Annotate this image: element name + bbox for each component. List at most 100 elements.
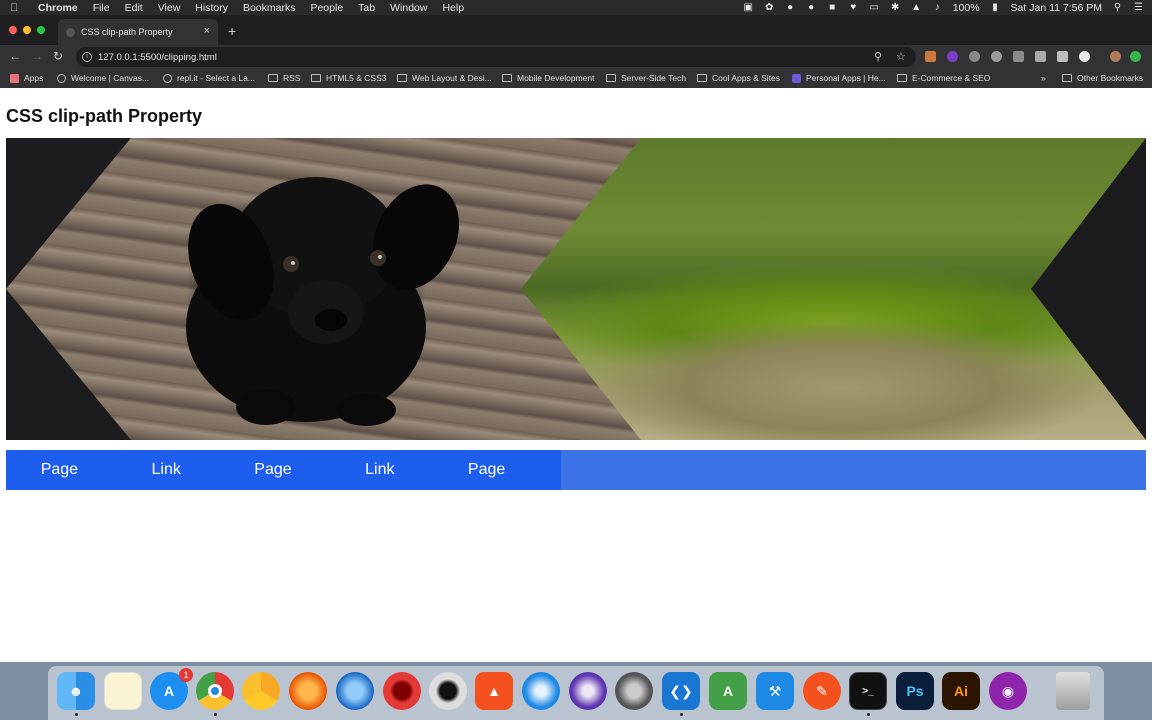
terminal-icon[interactable]: >_	[849, 672, 887, 710]
android-studio-icon[interactable]: A	[709, 672, 747, 710]
apple-menu-icon[interactable]: 	[10, 2, 24, 14]
xcode-icon[interactable]: ⚒	[756, 672, 794, 710]
extension-icon-2[interactable]	[947, 51, 958, 62]
bookmark-cool-apps[interactable]: Cool Apps & Sites	[697, 73, 780, 83]
window-minimize-button[interactable]	[23, 26, 31, 34]
new-tab-button[interactable]: +	[228, 23, 236, 39]
finder-icon[interactable]: ☻	[57, 672, 95, 710]
bookmark-label: Server-Side Tech	[621, 73, 687, 83]
extension-icon-1[interactable]	[925, 51, 936, 62]
bookmark-ecommerce-seo[interactable]: E-Commerce & SEO	[897, 73, 990, 83]
bookmark-label: repl.it - Select a La...	[177, 73, 255, 83]
menu-history[interactable]: History	[195, 2, 228, 14]
notes-icon[interactable]	[104, 672, 142, 710]
window-close-button[interactable]	[9, 26, 17, 34]
bookmark-html5-css3[interactable]: HTML5 & CSS3	[311, 73, 386, 83]
app-status-icon[interactable]: ●	[806, 3, 817, 13]
safari-preview-icon[interactable]	[569, 672, 607, 710]
bookmark-replit[interactable]: repl.it - Select a La...	[163, 73, 255, 83]
nav-link-page-3[interactable]: Page	[433, 450, 540, 490]
bookmark-web-layout[interactable]: Web Layout & Desi...	[397, 73, 492, 83]
bookmark-mobile-development[interactable]: Mobile Development	[502, 73, 594, 83]
bookmark-server-side-tech[interactable]: Server-Side Tech	[606, 73, 686, 83]
site-info-icon[interactable]: i	[82, 52, 92, 62]
vscode-icon[interactable]: ❮❯	[662, 672, 700, 710]
menu-app-chrome[interactable]: Chrome	[38, 2, 78, 14]
brave-icon[interactable]: ▲	[475, 672, 513, 710]
control-center-icon[interactable]: ☰	[1133, 3, 1144, 13]
trash-icon[interactable]	[1056, 672, 1090, 710]
bookmarks-overflow-chevron-icon[interactable]: »	[1041, 73, 1046, 83]
menu-help[interactable]: Help	[442, 2, 464, 14]
canvas-favicon-icon	[57, 73, 66, 83]
safari-icon[interactable]	[522, 672, 560, 710]
window-zoom-button[interactable]	[37, 26, 45, 34]
zoom-search-icon[interactable]: ⚲	[874, 50, 882, 63]
extension-icon-4[interactable]	[991, 51, 1002, 62]
active-tab[interactable]: CSS clip-path Property ×	[58, 19, 218, 45]
opera-gx-icon[interactable]	[429, 672, 467, 710]
extension-icon[interactable]: ✿	[764, 3, 775, 13]
browser-toolbar: ← → ↻ i 127.0.0.1:5500/clipping.html ⚲ ☆	[0, 45, 1152, 69]
bookmark-other-bookmarks[interactable]: Other Bookmarks	[1062, 73, 1143, 83]
nav-links-group: Page Link Page Link Page	[6, 450, 561, 490]
spotlight-search-icon[interactable]: ⚲	[1112, 3, 1123, 13]
menu-people[interactable]: People	[310, 2, 343, 14]
extension-icon-3[interactable]	[969, 51, 980, 62]
bookmark-star-icon[interactable]: ☆	[896, 50, 906, 63]
tab-close-icon[interactable]: ×	[204, 25, 210, 37]
battery-percent[interactable]: 100%	[953, 2, 980, 14]
app-store-icon[interactable]: A1	[150, 668, 193, 710]
nav-link-page-1[interactable]: Page	[6, 450, 113, 490]
address-bar[interactable]: i 127.0.0.1:5500/clipping.html ⚲ ☆	[76, 47, 916, 67]
bookmark-label: Mobile Development	[517, 73, 595, 83]
bluetooth-icon[interactable]: ✱	[890, 3, 901, 13]
extension-icon-7[interactable]	[1057, 51, 1068, 62]
airplay-icon[interactable]: ▭	[869, 3, 880, 13]
menu-view[interactable]: View	[158, 2, 181, 14]
profile-avatar[interactable]	[1110, 51, 1121, 62]
bookmark-apps[interactable]: Apps	[10, 73, 43, 83]
chrome-icon[interactable]	[196, 672, 234, 710]
menu-bookmarks[interactable]: Bookmarks	[243, 2, 296, 14]
forward-arrow-icon[interactable]: →	[31, 49, 43, 63]
bookmark-rss[interactable]: RSS	[268, 73, 300, 83]
motion-icon[interactable]	[615, 672, 653, 710]
extension-icon-6[interactable]	[1035, 51, 1046, 62]
battery-icon: ▮	[992, 2, 998, 13]
photoshop-icon[interactable]: Ps	[896, 672, 934, 710]
menu-window[interactable]: Window	[390, 2, 427, 14]
menu-file[interactable]: File	[93, 2, 110, 14]
illustrator-icon[interactable]: Ai	[942, 672, 980, 710]
opera-icon[interactable]	[383, 672, 421, 710]
back-arrow-icon[interactable]: ←	[9, 49, 21, 63]
app-status-icon-3[interactable]: ♥	[848, 3, 859, 13]
menu-edit[interactable]: Edit	[125, 2, 143, 14]
firefox-icon[interactable]	[289, 672, 327, 710]
bookmark-personal-apps[interactable]: Personal Apps | He...	[792, 73, 886, 83]
chrome-canary-icon[interactable]	[242, 672, 280, 710]
extension-icon-5[interactable]	[1013, 51, 1024, 62]
volume-icon[interactable]: ♪	[932, 3, 943, 13]
screen-record-icon[interactable]: ▣	[743, 3, 754, 13]
nav-link-link-1[interactable]: Link	[113, 450, 220, 490]
creative-cloud-icon[interactable]: ●	[785, 3, 796, 13]
affinity-icon[interactable]: ✎	[803, 672, 841, 710]
nav-link-link-2[interactable]: Link	[326, 450, 433, 490]
firefox-developer-icon[interactable]	[336, 672, 374, 710]
bookmark-label: E-Commerce & SEO	[912, 73, 991, 83]
reload-icon[interactable]: ↻	[53, 49, 63, 63]
folder-icon	[1062, 74, 1072, 82]
wifi-icon[interactable]: ▲	[911, 3, 922, 13]
update-icon[interactable]	[1130, 51, 1141, 62]
bookmark-canvas[interactable]: Welcome | Canvas...	[57, 73, 149, 83]
podcasts-icon[interactable]: ◉	[989, 672, 1027, 710]
running-indicator	[214, 713, 217, 716]
extension-icon-8[interactable]	[1079, 51, 1090, 62]
clock[interactable]: Sat Jan 11 7:56 PM	[1011, 2, 1102, 14]
replit-favicon-icon	[163, 73, 172, 83]
menu-tab[interactable]: Tab	[358, 2, 375, 14]
nav-link-page-2[interactable]: Page	[220, 450, 327, 490]
url-text[interactable]: 127.0.0.1:5500/clipping.html	[98, 52, 217, 63]
app-status-icon-2[interactable]: ■	[827, 3, 838, 13]
